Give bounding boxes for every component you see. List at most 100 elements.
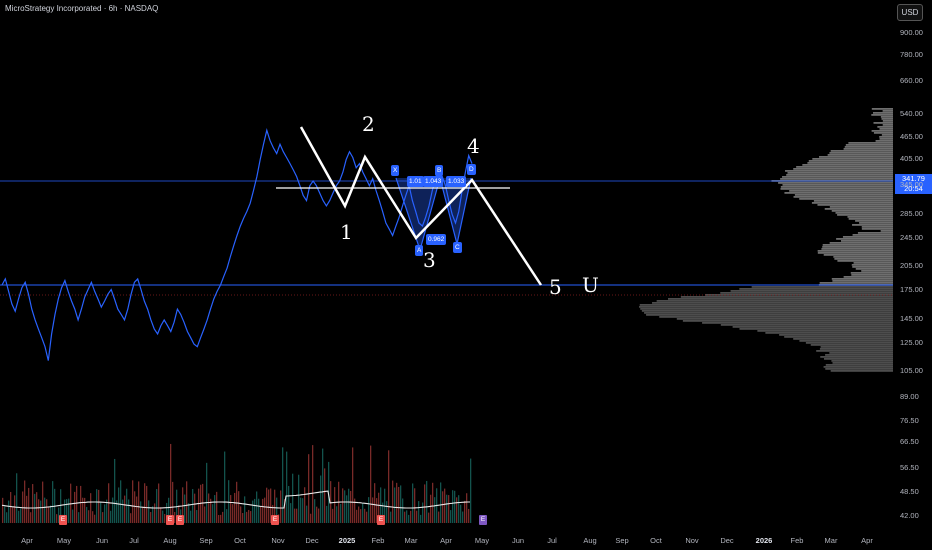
volume-profile-row bbox=[829, 152, 893, 154]
time-axis-label: Aug bbox=[163, 536, 177, 545]
time-axis-label: Jul bbox=[547, 536, 557, 545]
volume-bar bbox=[230, 495, 232, 523]
volume-profile-row bbox=[789, 190, 893, 192]
volume-bar bbox=[214, 495, 216, 523]
volume-bar bbox=[394, 487, 396, 523]
volume-profile-row bbox=[817, 204, 893, 206]
volume-bar bbox=[310, 513, 312, 523]
volume-bar bbox=[392, 480, 394, 523]
volume-bar bbox=[324, 468, 326, 523]
volume-profile-row bbox=[873, 122, 893, 124]
time-axis-label: Apr bbox=[861, 536, 873, 545]
volume-bar bbox=[318, 508, 320, 523]
volume-profile-row bbox=[825, 364, 893, 366]
point-x-label[interactable]: X bbox=[391, 165, 400, 176]
volume-profile-row bbox=[832, 362, 893, 364]
volume-profile-row bbox=[822, 246, 893, 248]
volume-bar bbox=[402, 498, 404, 523]
volume-bar bbox=[94, 514, 96, 523]
volume-bar bbox=[356, 509, 358, 523]
volume-profile-row bbox=[813, 200, 893, 202]
volume-profile-row bbox=[851, 264, 893, 266]
volume-bar bbox=[204, 506, 206, 523]
volume-profile-row bbox=[646, 314, 893, 316]
volume-profile-row bbox=[843, 148, 893, 150]
earnings-marker[interactable]: E bbox=[377, 515, 385, 525]
volume-bar bbox=[216, 491, 218, 523]
volume-profile-row bbox=[879, 128, 893, 130]
price-axis-label: 245.00 bbox=[900, 233, 923, 242]
volume-bar bbox=[138, 481, 140, 523]
volume-bar bbox=[130, 513, 132, 523]
price-axis-label: 780.00 bbox=[900, 50, 923, 59]
volume-bar bbox=[314, 499, 316, 523]
price-axis-label: 285.00 bbox=[900, 209, 923, 218]
target-label: U bbox=[582, 273, 599, 297]
volume-bar bbox=[28, 487, 30, 523]
point-b-label[interactable]: B bbox=[435, 165, 444, 176]
point-d-label[interactable]: D bbox=[467, 164, 476, 175]
volume-profile-row bbox=[852, 234, 893, 236]
earnings-marker[interactable]: E bbox=[59, 515, 67, 525]
volume-bar bbox=[40, 500, 42, 523]
currency-button[interactable]: USD bbox=[897, 4, 923, 21]
time-axis-label: Oct bbox=[650, 536, 662, 545]
volume-bar bbox=[184, 494, 186, 523]
price-axis-label: 540.00 bbox=[900, 109, 923, 118]
point-c-label[interactable]: C bbox=[453, 242, 462, 253]
earnings-marker[interactable]: E bbox=[176, 515, 184, 525]
time-axis-label: 2026 bbox=[755, 536, 773, 545]
time-axis-label: Sep bbox=[199, 536, 213, 545]
volume-bar bbox=[120, 480, 122, 523]
earnings-marker[interactable]: E bbox=[479, 515, 487, 525]
volume-bar bbox=[414, 488, 416, 523]
earnings-marker[interactable]: E bbox=[271, 515, 279, 525]
volume-profile-row bbox=[881, 134, 893, 136]
volume-profile-row bbox=[824, 208, 893, 210]
volume-profile-row bbox=[837, 214, 893, 216]
volume-bar bbox=[346, 495, 348, 523]
volume-bar bbox=[228, 480, 230, 523]
time-axis-label: Oct bbox=[234, 536, 246, 545]
volume-bar bbox=[8, 500, 10, 523]
volume-bar bbox=[372, 497, 374, 523]
volume-bar bbox=[258, 498, 260, 523]
price-chart[interactable] bbox=[0, 0, 932, 550]
volume-bar bbox=[234, 492, 236, 523]
time-axis-label: Feb bbox=[790, 536, 804, 545]
earnings-marker[interactable]: E bbox=[166, 515, 174, 525]
volume-profile-row bbox=[785, 170, 893, 172]
volume-bar bbox=[118, 487, 120, 523]
volume-profile-row bbox=[873, 112, 893, 114]
wave-label-5: 5 bbox=[549, 275, 562, 299]
volume-bar bbox=[192, 488, 194, 523]
volume-profile-row bbox=[819, 156, 893, 158]
time-axis-label: Dec bbox=[720, 536, 734, 545]
volume-bar bbox=[368, 497, 370, 523]
volume-profile-row bbox=[827, 154, 893, 156]
volume-bar bbox=[162, 510, 164, 523]
volume-profile-row bbox=[831, 360, 893, 362]
volume-bar bbox=[26, 495, 28, 523]
volume-bar bbox=[268, 489, 270, 523]
volume-profile-row bbox=[808, 160, 893, 162]
volume-profile-row bbox=[852, 266, 893, 268]
volume-bar bbox=[100, 502, 102, 523]
price-axis-label: 660.00 bbox=[900, 76, 923, 85]
volume-bar bbox=[190, 510, 192, 523]
volume-bar bbox=[396, 482, 398, 523]
volume-bar bbox=[406, 510, 408, 523]
volume-profile-row bbox=[793, 168, 893, 170]
volume-profile-row bbox=[831, 278, 893, 280]
volume-bar bbox=[88, 510, 90, 523]
volume-profile-row bbox=[659, 316, 893, 318]
volume-bar bbox=[334, 487, 336, 523]
volume-profile-row bbox=[840, 240, 893, 242]
volume-bar bbox=[440, 482, 442, 523]
volume-bar bbox=[56, 514, 58, 523]
volume-profile-row bbox=[829, 242, 893, 244]
price-axis-label: 56.50 bbox=[900, 463, 919, 472]
volume-profile-row bbox=[847, 216, 893, 218]
volume-bar bbox=[4, 506, 6, 523]
volume-bar bbox=[194, 493, 196, 523]
